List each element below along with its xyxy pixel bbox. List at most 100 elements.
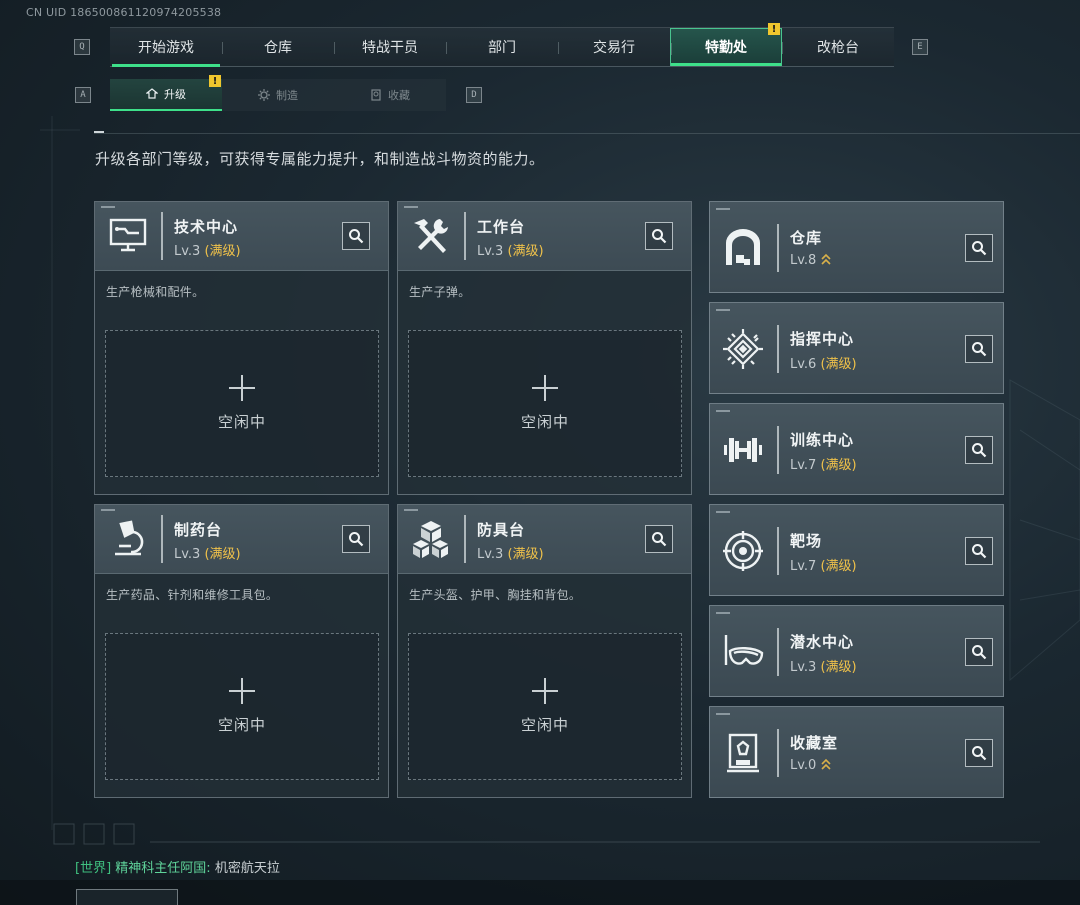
facility-level: Lv.0 — [790, 757, 832, 773]
player-uid: CN UID 1865008611209742055​38 — [26, 6, 222, 19]
search-icon — [652, 229, 667, 244]
tab-departments[interactable]: 部门 — [446, 28, 558, 66]
card-pharmacy[interactable]: 制药台 Lv.3 (满级) 生产药品、针剂和维修工具包。 空闲中 — [94, 504, 389, 798]
subtab-collection-label: 收藏 — [388, 89, 410, 102]
warehouse-icon — [726, 229, 760, 265]
card-armor-bench[interactable]: 防具台 Lv.3 (满级) 生产头盔、护甲、胸挂和背包。 空闲中 — [397, 504, 692, 798]
divider — [94, 133, 1080, 134]
inspect-button[interactable] — [965, 234, 993, 262]
upgrade-icon — [146, 88, 158, 99]
card-tech-center[interactable]: 技术中心 Lv.3 (满级) 生产枪械和配件。 空闲中 — [94, 201, 389, 495]
tab-trading[interactable]: 交易行 — [558, 28, 670, 66]
card-header: 技术中心 Lv.3 (满级) — [95, 202, 388, 271]
bottom-action-button[interactable] — [76, 889, 178, 905]
plus-icon — [229, 375, 255, 401]
key-hint-a: A — [75, 87, 91, 103]
card-name: 制药台 — [174, 521, 223, 539]
alert-badge: ! — [768, 23, 780, 35]
facility-command-center[interactable]: 指挥中心 Lv.6 (满级) — [709, 302, 1004, 394]
trophy-case-icon — [727, 733, 759, 773]
card-header: 工作台 Lv.3 (满级) — [398, 202, 691, 271]
gear-icon — [258, 89, 270, 101]
card-name: 技术中心 — [174, 218, 239, 236]
subtab-upgrade-label: 升级 — [164, 88, 186, 101]
production-slot[interactable]: 空闲中 — [408, 330, 682, 477]
card-level: Lv.3 (满级) — [477, 244, 544, 259]
facility-level: Lv.8 — [790, 252, 832, 268]
search-icon — [349, 532, 364, 547]
slot-status: 空闲中 — [520, 413, 569, 431]
divider-mark — [94, 131, 104, 133]
tab-special-ops[interactable]: 特勤处 — [670, 28, 782, 66]
trophy-icon — [371, 89, 381, 101]
top-navigation: Q 开始游戏 仓库 特战干员 部门 交易行 特勤处 改枪台 ! E — [72, 23, 932, 67]
plus-icon — [532, 375, 558, 401]
target-icon — [723, 531, 763, 571]
cubes-icon — [413, 521, 448, 558]
search-icon — [972, 241, 987, 256]
facility-diving-center[interactable]: 潜水中心 Lv.3 (满级) — [709, 605, 1004, 697]
card-level: Lv.3 (满级) — [477, 547, 544, 562]
production-slot[interactable]: 空闲中 — [408, 633, 682, 780]
card-description: 生产头盔、护甲、胸挂和背包。 — [409, 588, 582, 602]
facility-name: 仓库 — [790, 229, 823, 247]
card-header: 防具台 Lv.3 (满级) — [398, 505, 691, 574]
computer-icon — [109, 218, 147, 252]
subtab-upgrade[interactable]: 升级 — [110, 79, 222, 111]
chat-line[interactable]: [世界] 精神科主任阿国: 机密航天拉 — [75, 857, 280, 876]
inspect-button[interactable] — [965, 335, 993, 363]
chat-message: 机密航天拉 — [214, 861, 280, 876]
subtab-collection[interactable]: 收藏 — [334, 79, 446, 111]
tab-warehouse[interactable]: 仓库 — [222, 28, 334, 66]
diving-mask-icon — [724, 635, 764, 665]
plus-icon — [229, 678, 255, 704]
production-slot[interactable]: 空闲中 — [105, 633, 379, 780]
subtab-craft[interactable]: 制造 — [222, 79, 334, 111]
microscope-icon — [115, 520, 144, 556]
inspect-button[interactable] — [645, 222, 673, 250]
slot-status: 空闲中 — [217, 716, 266, 734]
page-description: 升级各部门等级，可获得专属能力提升，和制造战斗物资的能力。 — [95, 150, 545, 168]
facility-level: Lv.3 (满级) — [790, 660, 857, 675]
inspect-button[interactable] — [342, 222, 370, 250]
tab-operators[interactable]: 特战干员 — [334, 28, 446, 66]
inspect-button[interactable] — [965, 638, 993, 666]
facility-shooting-range[interactable]: 靶场 Lv.7 (满级) — [709, 504, 1004, 596]
slot-status: 空闲中 — [520, 716, 569, 734]
production-slot[interactable]: 空闲中 — [105, 330, 379, 477]
inspect-button[interactable] — [645, 525, 673, 553]
inspect-button[interactable] — [965, 739, 993, 767]
subtab-craft-label: 制造 — [276, 89, 298, 102]
facility-level: Lv.6 (满级) — [790, 357, 857, 372]
card-name: 工作台 — [477, 218, 526, 236]
search-icon — [652, 532, 667, 547]
key-hint-d: D — [466, 87, 482, 103]
search-icon — [349, 229, 364, 244]
search-icon — [972, 746, 987, 761]
tab-start-game[interactable]: 开始游戏 — [110, 28, 222, 67]
card-workbench[interactable]: 工作台 Lv.3 (满级) 生产子弹。 空闲中 — [397, 201, 692, 495]
facility-collection-room[interactable]: 收藏室 Lv.0 — [709, 706, 1004, 798]
tab-gunsmith[interactable]: 改枪台 — [782, 28, 894, 66]
slot-status: 空闲中 — [217, 413, 266, 431]
facility-name: 指挥中心 — [790, 330, 855, 348]
facility-level: Lv.7 (满级) — [790, 559, 857, 574]
inspect-button[interactable] — [342, 525, 370, 553]
inspect-button[interactable] — [965, 436, 993, 464]
dumbbell-icon — [724, 438, 762, 462]
card-description: 生产药品、针剂和维修工具包。 — [106, 588, 279, 602]
search-icon — [972, 342, 987, 357]
facility-training-center[interactable]: 训练中心 Lv.7 (满级) — [709, 403, 1004, 495]
facility-name: 训练中心 — [790, 431, 855, 449]
facility-name: 收藏室 — [790, 734, 839, 752]
card-name: 防具台 — [477, 521, 526, 539]
search-icon — [972, 544, 987, 559]
facility-name: 潜水中心 — [790, 633, 855, 651]
search-icon — [972, 443, 987, 458]
facility-warehouse[interactable]: 仓库 Lv.8 — [709, 201, 1004, 293]
inspect-button[interactable] — [965, 537, 993, 565]
sub-navigation: A 升级 制造 收藏 ! D — [75, 75, 495, 111]
chat-sender: 精神科主任阿国: — [115, 861, 211, 876]
key-hint-right: E — [912, 39, 928, 55]
alert-badge-sub: ! — [209, 75, 221, 87]
